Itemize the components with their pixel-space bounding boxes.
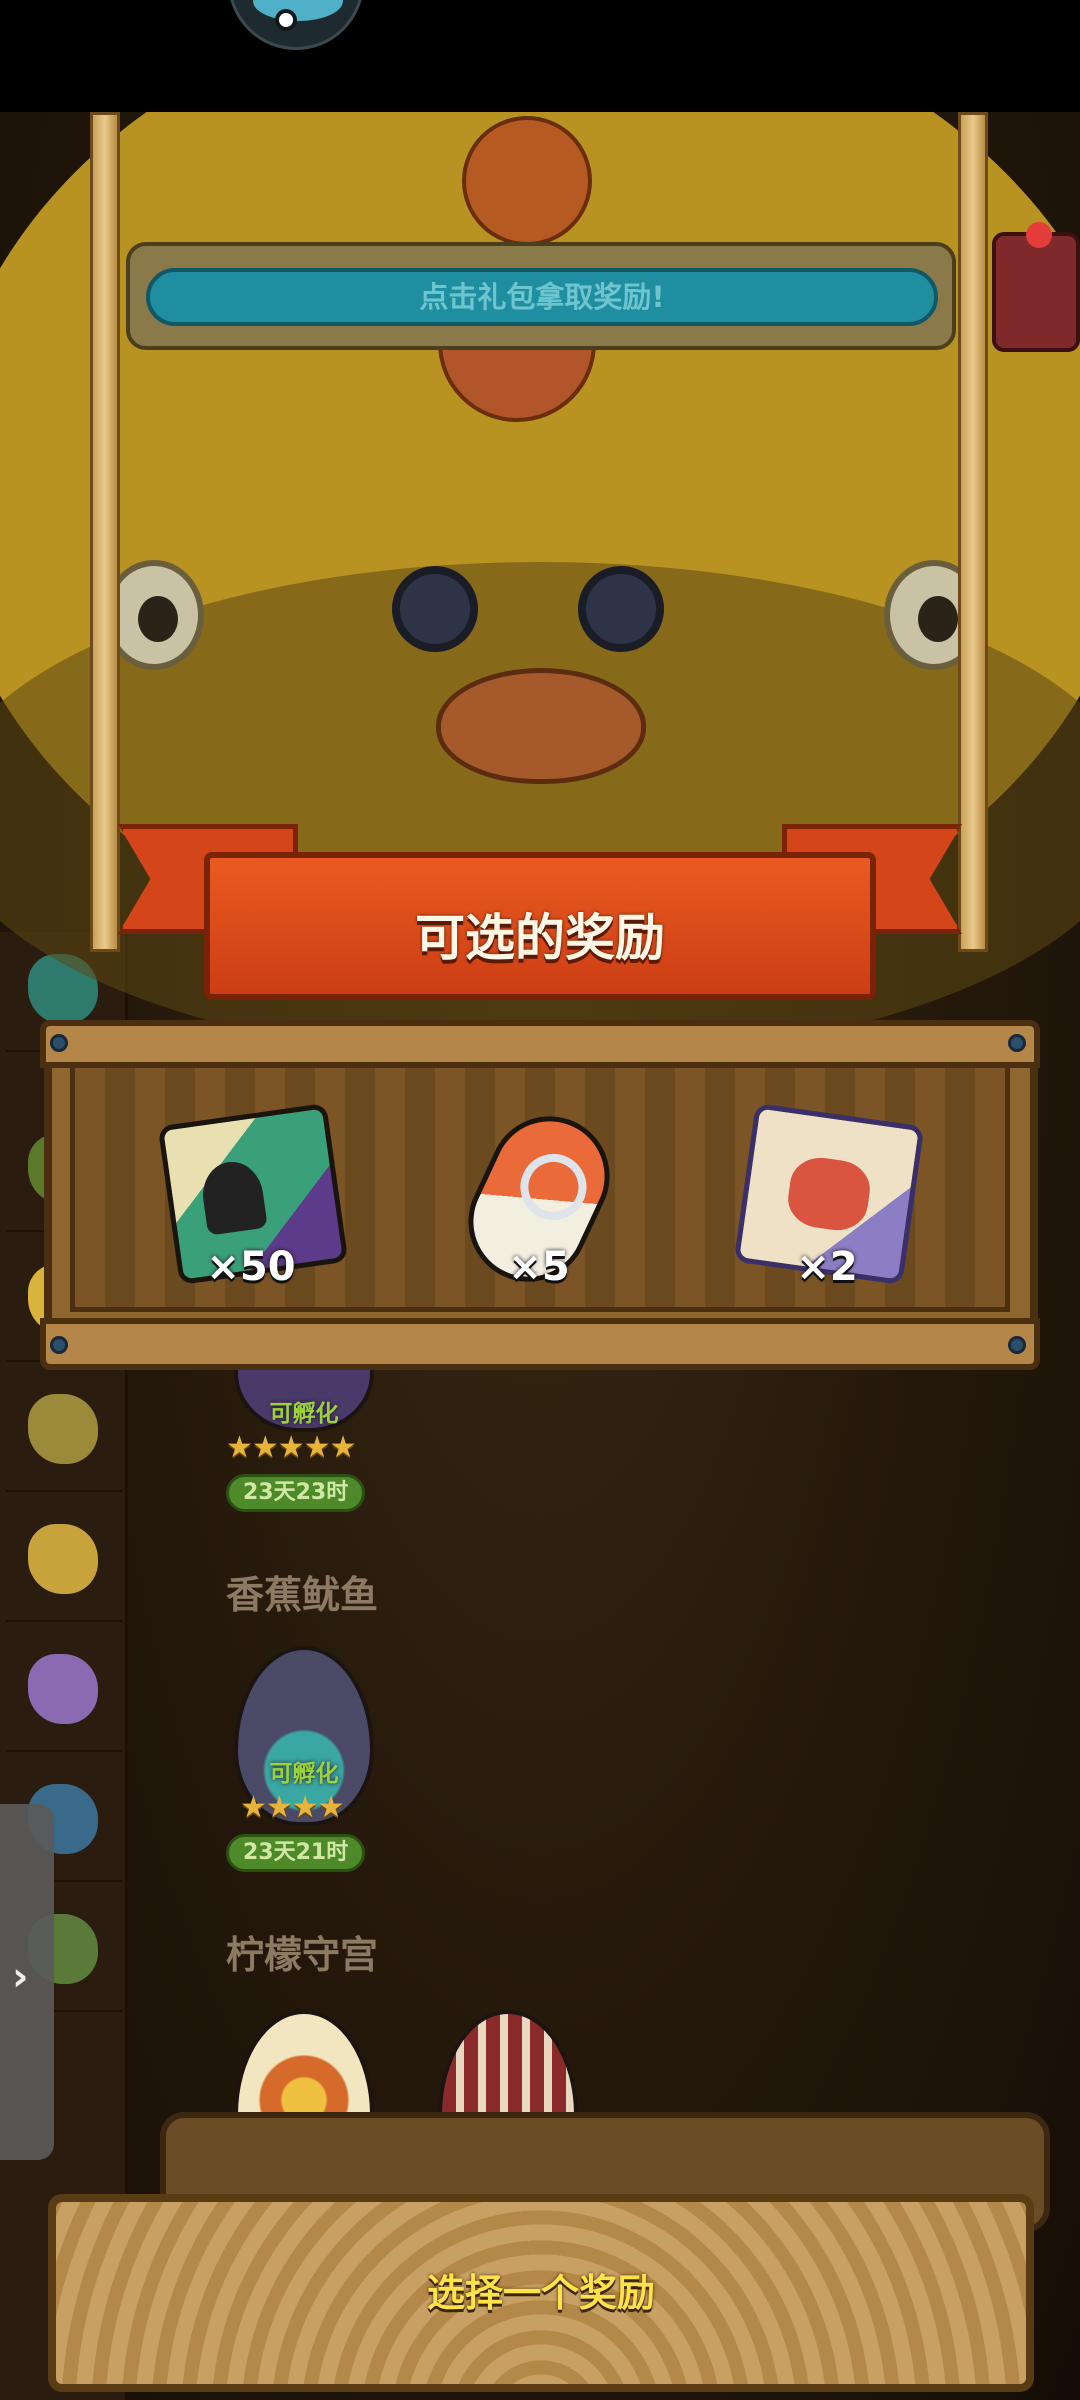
egg-2-stars: ★★★★ — [240, 1790, 345, 1825]
chick-backdrop — [0, 112, 1080, 1062]
creature-slot[interactable] — [6, 1502, 122, 1622]
crate-top-plank — [40, 1020, 1040, 1068]
reward-option-scroll[interactable]: ×2 — [722, 1102, 932, 1334]
chevron-right-icon: › — [12, 1954, 29, 2000]
egg-2-status: 可孵化 — [269, 1761, 339, 1787]
egg-1-status: 可孵化 — [269, 1401, 339, 1427]
game-scene: 可孵化 ★★★★★ 23天23时 香蕉鱿鱼 可孵化 ★★★★ 23天21时 柠檬… — [0, 112, 1080, 2400]
player-avatar[interactable] — [228, 0, 364, 50]
egg-1-stars: ★★★★★ — [226, 1430, 356, 1465]
chick-comb — [462, 116, 592, 246]
egg-2-name: 香蕉鱿鱼 — [226, 1573, 379, 1617]
reward-quantity: ×50 — [206, 1244, 296, 1290]
creature-icon — [28, 1524, 98, 1594]
sidebar-toggle[interactable]: › — [0, 1804, 54, 2160]
rope-right — [958, 112, 988, 952]
egg-2-timer: 23天21时 — [226, 1834, 366, 1872]
creature-icon — [28, 1394, 98, 1464]
panel-title: 可选的奖励 — [415, 909, 665, 967]
bolt-icon — [50, 1034, 68, 1052]
avatar-eye — [275, 9, 297, 31]
reward-option-capsule[interactable]: ×5 — [434, 1096, 644, 1334]
bolt-icon — [50, 1336, 68, 1354]
avatar-fin — [253, 0, 343, 21]
reward-quantity: ×2 — [796, 1244, 858, 1290]
chick-beak — [436, 668, 646, 784]
egg-1-timer: 23天23时 — [226, 1474, 366, 1512]
goggles-icon — [392, 566, 682, 652]
reward-option-tickets[interactable]: ×50 — [146, 1102, 356, 1334]
creature-slot[interactable] — [6, 1632, 122, 1752]
gift-box-icon[interactable] — [992, 222, 1080, 352]
creature-icon — [28, 1654, 98, 1724]
choose-reward-button[interactable]: 选择一个奖励 — [48, 2194, 1034, 2392]
bolt-icon — [1008, 1034, 1026, 1052]
egg-3-name: 柠檬守宫 — [226, 1933, 379, 1977]
rope-left — [90, 112, 120, 952]
hint-bar[interactable]: 点击礼包拿取奖励! — [146, 268, 938, 326]
creature-slot[interactable] — [6, 1372, 122, 1492]
bolt-icon — [1008, 1336, 1026, 1354]
top-bar — [0, 0, 1080, 112]
reward-quantity: ×5 — [508, 1244, 570, 1290]
